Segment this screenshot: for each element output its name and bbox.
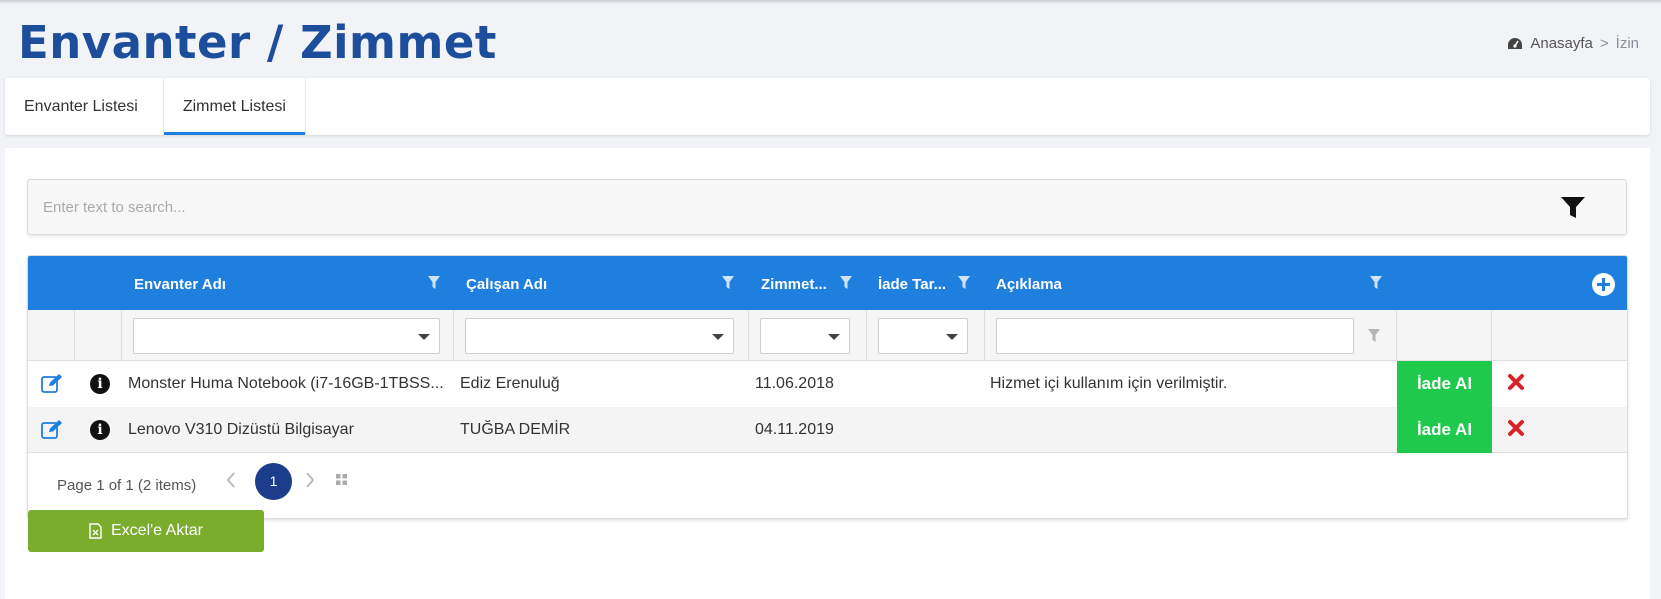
search-input[interactable] bbox=[28, 180, 1548, 234]
excel-export-label: Excel'e Aktar bbox=[111, 522, 203, 539]
envanter-cell: Monster Huma Notebook (i7-16GB-1TBSS... bbox=[128, 375, 444, 392]
calisan-cell: Ediz Erenuluğ bbox=[460, 375, 560, 392]
table-row: i Lenovo V310 Dizüstü Bilgisayar TUĞBA D… bbox=[28, 407, 1627, 453]
filter-icon[interactable] bbox=[840, 276, 852, 290]
edit-icon[interactable] bbox=[41, 373, 63, 393]
filter-icon[interactable] bbox=[1368, 329, 1380, 343]
column-header-envanter[interactable]: Envanter Adı bbox=[134, 276, 226, 293]
iade-al-button[interactable]: İade Al bbox=[1397, 361, 1492, 407]
prev-page-icon[interactable] bbox=[225, 472, 237, 488]
excel-icon bbox=[89, 523, 102, 539]
filter-icon[interactable] bbox=[1370, 276, 1382, 290]
zimmet-grid: Envanter Adı Çalışan Adı Zimmet... İade … bbox=[27, 255, 1628, 519]
page-size-icon[interactable] bbox=[336, 474, 347, 485]
tab-bar: Envanter Listesi Zimmet Listesi bbox=[5, 78, 1650, 135]
zimmet-date-cell: 11.06.2018 bbox=[755, 375, 834, 392]
calisan-cell: TUĞBA DEMİR bbox=[460, 421, 571, 438]
breadcrumb-home-link[interactable]: Anasayfa bbox=[1530, 35, 1593, 52]
column-divider bbox=[984, 310, 985, 361]
filter-icon[interactable] bbox=[428, 276, 440, 290]
filter-icon[interactable] bbox=[958, 276, 970, 290]
add-icon[interactable] bbox=[1592, 273, 1615, 296]
page-number-button[interactable]: 1 bbox=[255, 463, 292, 500]
delete-icon[interactable] bbox=[1507, 419, 1525, 437]
aciklama-filter-input[interactable] bbox=[996, 318, 1354, 354]
next-page-icon[interactable] bbox=[304, 472, 316, 488]
column-header-iade[interactable]: İade Tar... bbox=[878, 276, 946, 293]
column-divider bbox=[121, 310, 122, 361]
tab-envanter-listesi[interactable]: Envanter Listesi bbox=[5, 78, 164, 135]
delete-icon[interactable] bbox=[1507, 373, 1525, 391]
info-icon[interactable]: i bbox=[90, 374, 110, 394]
info-icon[interactable]: i bbox=[90, 420, 110, 440]
iade-al-button[interactable]: İade Al bbox=[1397, 407, 1492, 453]
top-shadow bbox=[0, 0, 1661, 4]
table-row: i Monster Huma Notebook (i7-16GB-1TBSS..… bbox=[28, 361, 1627, 407]
column-divider bbox=[74, 310, 75, 361]
pager-summary: Page 1 of 1 (2 items) bbox=[57, 477, 197, 494]
calisan-filter-select[interactable] bbox=[465, 318, 734, 354]
search-panel bbox=[27, 179, 1627, 235]
filter-row bbox=[28, 310, 1627, 361]
chevron-down-icon bbox=[828, 334, 840, 340]
filter-icon[interactable] bbox=[1560, 196, 1586, 220]
filter-icon[interactable] bbox=[722, 276, 734, 290]
envanter-cell: Lenovo V310 Dizüstü Bilgisayar bbox=[128, 421, 354, 438]
column-header-calisan[interactable]: Çalışan Adı bbox=[466, 276, 547, 293]
chevron-down-icon bbox=[946, 334, 958, 340]
column-header-aciklama[interactable]: Açıklama bbox=[996, 276, 1062, 293]
column-divider bbox=[748, 310, 749, 361]
envanter-filter-select[interactable] bbox=[133, 318, 440, 354]
grid-header: Envanter Adı Çalışan Adı Zimmet... İade … bbox=[28, 256, 1627, 310]
page-title: Envanter / Zimmet bbox=[18, 16, 497, 69]
main-panel: Envanter Adı Çalışan Adı Zimmet... İade … bbox=[5, 148, 1650, 599]
column-divider bbox=[453, 310, 454, 361]
zimmet-date-filter[interactable] bbox=[760, 318, 850, 354]
zimmet-date-cell: 04.11.2019 bbox=[755, 421, 834, 438]
excel-export-button[interactable]: Excel'e Aktar bbox=[28, 510, 264, 552]
breadcrumb: Anasayfa > İzin bbox=[1507, 35, 1639, 52]
dashboard-icon bbox=[1508, 38, 1523, 49]
chevron-down-icon bbox=[418, 334, 430, 340]
column-divider bbox=[1396, 310, 1397, 361]
column-header-zimmet[interactable]: Zimmet... bbox=[761, 276, 827, 293]
column-divider bbox=[866, 310, 867, 361]
breadcrumb-separator: > bbox=[1599, 35, 1609, 52]
column-divider bbox=[1491, 310, 1492, 361]
iade-date-filter[interactable] bbox=[878, 318, 968, 354]
breadcrumb-current: İzin bbox=[1615, 35, 1639, 52]
tab-zimmet-listesi[interactable]: Zimmet Listesi bbox=[163, 78, 306, 135]
edit-icon[interactable] bbox=[41, 419, 63, 439]
pager: Page 1 of 1 (2 items) 1 bbox=[28, 453, 1627, 518]
aciklama-cell: Hizmet içi kullanım için verilmiştir. bbox=[990, 375, 1228, 392]
chevron-down-icon bbox=[712, 334, 724, 340]
